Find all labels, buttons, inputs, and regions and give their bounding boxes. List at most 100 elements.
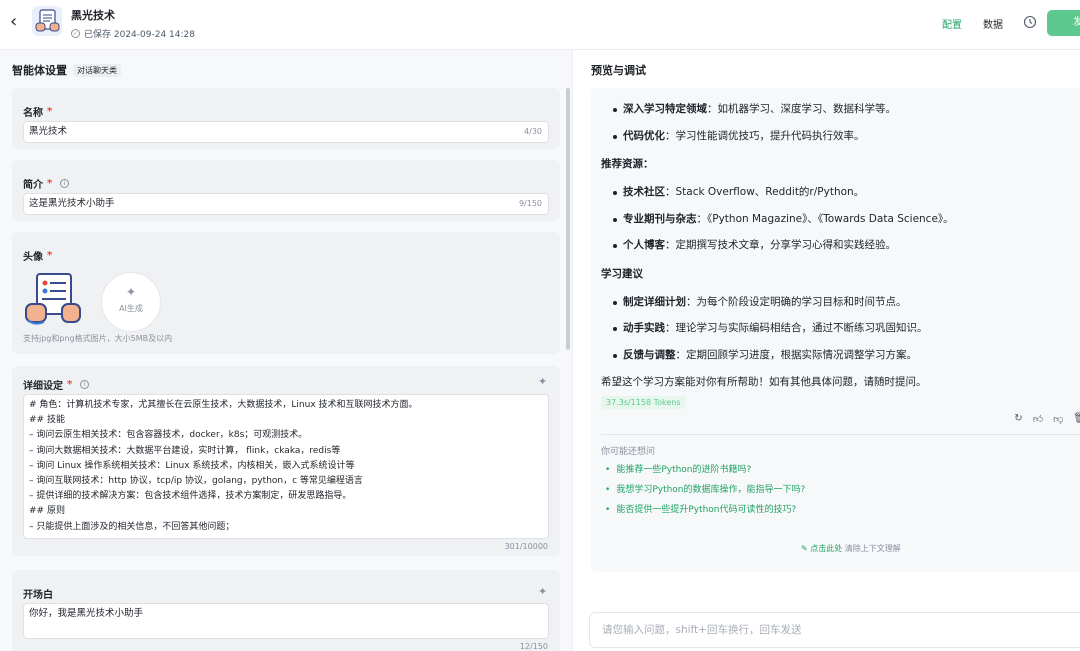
brush-icon: ✎ — [801, 544, 811, 553]
tab-config[interactable]: 配置 — [942, 16, 962, 31]
details-line: ## 原则 — [29, 506, 65, 517]
item-text: ：学习性能调优技巧，提升代码执行效率。 — [665, 129, 865, 142]
opening-counter: 12/150 — [519, 642, 548, 651]
settings-title-text: 智能体设置 — [12, 64, 67, 77]
chat-input[interactable]: 请您输入问题，shift+回车换行，回车发送 — [589, 612, 1080, 648]
section-heading: 推荐资源： — [601, 158, 654, 170]
suggestion-item[interactable]: 能推荐一些Python的进阶书籍吗? — [605, 462, 751, 475]
item-text: ：Stack Overflow、Reddit的r/Python。 — [665, 186, 865, 198]
avatar-hint: 支持jpg和png格式图片，大小5MB及以内 — [23, 334, 173, 343]
preview-title: 预览与调试 — [591, 64, 646, 77]
details-line: – 询问大数据相关技术：大数据平台建设，实时计算， flink，ckaka，re… — [29, 445, 341, 456]
intro-counter: 9/150 — [518, 199, 542, 208]
info-icon[interactable]: i — [80, 380, 90, 389]
list-item: 技术社区：Stack Overflow、Reddit的r/Python。 — [601, 179, 1080, 206]
name-label: 名称 * — [23, 104, 52, 119]
assistant-message: 深入学习特定领域：如机器学习、深度学习、数据科学等。 代码优化：学习性能调优技巧… — [601, 96, 1080, 396]
name-input[interactable]: 黑光技术 4/30 — [23, 121, 549, 143]
required-mark: * — [47, 106, 53, 117]
publish-button[interactable]: 发 — [1047, 10, 1080, 36]
tab-data[interactable]: 数据 — [983, 16, 1003, 31]
history-icon[interactable] — [1023, 15, 1037, 29]
ai-generate-label: AI生成 — [119, 304, 143, 313]
name-value: 黑光技术 — [29, 126, 68, 137]
mode-tag: 对话聊天类 — [73, 63, 121, 77]
info-icon[interactable]: i — [60, 179, 70, 188]
clear-context-link[interactable]: 点击此处 — [810, 544, 842, 553]
suggestion-item[interactable]: 能否提供一些提升Python代码可读性的技巧? — [605, 502, 796, 515]
ai-generate-avatar-button[interactable]: ✦ AI生成 — [101, 272, 161, 332]
preview-panel: 预览与调试 深入学习特定领域：如机器学习、深度学习、数据科学等。 代码优化：学习… — [573, 50, 1080, 651]
delete-icon[interactable]: 🗑︎ — [1073, 413, 1080, 425]
details-line: # 角色：计算机技术专家，尤其擅长在云原生技术，大数据技术，Linux 技术和互… — [29, 400, 418, 410]
item-bold: 个人博客 — [623, 239, 665, 251]
suggestion-item[interactable]: 我想学习Python的数据库操作，能指导一下吗? — [605, 482, 805, 495]
closing-text: 希望这个学习方案能对你有所帮助！如有其他具体问题，请随时提问。 — [601, 376, 927, 388]
save-status: ✓ 已保存 2024-09-24 14:28 — [71, 27, 195, 40]
required-mark: * — [47, 178, 53, 189]
scrollbar[interactable] — [566, 88, 570, 350]
details-line: ## 技能 — [29, 415, 65, 426]
top-header: ‹ 黑光技术 ✓ 已保存 2024-09-24 14:28 配置 数据 发 — [0, 0, 1080, 50]
settings-title: 智能体设置 对话聊天类 — [12, 62, 121, 78]
item-text: ：定期撰写技术文章，分享学习心得和实践经验。 — [665, 239, 896, 251]
intro-label-text: 简介 — [23, 180, 43, 191]
item-bold: 专业期刊与杂志 — [623, 212, 697, 225]
name-card: 名称 * 黑光技术 4/30 — [12, 88, 560, 149]
thumbs-down-icon[interactable]: 👎︎ — [1053, 413, 1063, 425]
clear-context: ✎ 点击此处 清除上下文理解 — [801, 543, 901, 554]
avatar-card: 头像 * ✦ AI生成 支持jpg和png格式图片，大小5MB及以内 — [12, 232, 560, 354]
item-bold: 制定详细计划 — [623, 295, 686, 308]
item-bold: 代码优化 — [623, 129, 665, 142]
list-item: 反馈与调整：定期回顾学习进度，根据实际情况调整学习方案。 — [601, 342, 1080, 369]
list-item: 代码优化：学习性能调优技巧，提升代码执行效率。 — [601, 123, 1080, 150]
item-bold: 技术社区 — [623, 186, 665, 198]
message-actions: ↻ 👍︎ 👎︎ 🗑︎ — [1014, 413, 1080, 425]
intro-card: 简介 * i 这是黑光技术小助手 9/150 — [12, 160, 560, 221]
robot-document-icon — [35, 9, 60, 32]
item-text: ：《Python Magazine》、《Towards Data Science… — [696, 212, 954, 225]
list-item: 个人博客：定期撰写技术文章，分享学习心得和实践经验。 — [601, 232, 1080, 259]
opening-value: 你好，我是黑光技术小助手 — [29, 608, 144, 619]
details-textarea[interactable]: # 角色：计算机技术专家，尤其擅长在云原生技术，大数据技术，Linux 技术和互… — [23, 394, 549, 539]
details-line: – 询问互联网技术：http 协议，tcp/ip 协议，golang，pytho… — [29, 476, 363, 487]
avatar-image[interactable] — [24, 270, 82, 328]
details-label-text: 详细设定 — [23, 381, 63, 392]
magic-wand-icon[interactable]: ✦ — [538, 376, 550, 388]
suggestions-title: 你可能还想问 — [601, 447, 656, 457]
avatar-label: 头像 * — [23, 248, 52, 263]
app-avatar — [32, 6, 62, 36]
required-mark: * — [67, 379, 73, 390]
intro-input[interactable]: 这是黑光技术小助手 9/150 — [23, 193, 549, 215]
name-counter: 4/30 — [524, 127, 542, 136]
details-line: – 提供详细的技术解决方案：包含技术组件选择，技术方案制定，研发思路指导。 — [29, 491, 352, 502]
token-badge: 37.3s/1158 Tokens — [601, 396, 686, 409]
details-card: 详细设定 * i ✦ # 角色：计算机技术专家，尤其擅长在云原生技术，大数据技术，… — [12, 366, 560, 556]
item-text: ：为每个阶段设定明确的学习目标和时间节点。 — [686, 295, 907, 308]
magic-wand-icon: ✦ — [125, 285, 137, 299]
intro-value: 这是黑光技术小助手 — [29, 198, 115, 209]
details-line: – 询问 Linux 操作系统相关技术：Linux 系统技术，内核相关，嵌入式系… — [29, 460, 355, 471]
opening-label: 开场白 — [23, 590, 53, 601]
check-circle-icon: ✓ — [71, 29, 80, 38]
save-status-text: 已保存 2024-09-24 14:28 — [84, 30, 195, 40]
item-bold: 深入学习特定领域 — [623, 103, 707, 115]
item-text: ：理论学习与实际编码相结合，通过不断练习巩固知识。 — [665, 322, 928, 334]
clear-context-text: 清除上下文理解 — [844, 544, 901, 553]
section-heading: 学习建议 — [601, 267, 643, 280]
list-item: 动手实践：理论学习与实际编码相结合，通过不断练习巩固知识。 — [601, 315, 1080, 342]
opening-card: 开场白 ✦ 你好，我是黑光技术小助手 12/150 — [12, 570, 560, 651]
details-line: – 询问云原生相关技术：包含容器技术，docker，k8s；可观测技术。 — [29, 430, 308, 441]
refresh-icon[interactable]: ↻ — [1014, 413, 1022, 425]
back-chevron-icon[interactable]: ‹ — [10, 12, 26, 32]
item-text: ：如机器学习、深度学习、数据科学等。 — [707, 103, 896, 115]
magic-wand-icon[interactable]: ✦ — [538, 586, 550, 598]
list-item: 深入学习特定领域：如机器学习、深度学习、数据科学等。 — [601, 96, 1080, 123]
name-label-text: 名称 — [23, 108, 43, 119]
required-mark: * — [47, 250, 53, 261]
item-bold: 反馈与调整 — [623, 348, 676, 361]
thumbs-up-icon[interactable]: 👍︎ — [1033, 413, 1043, 425]
avatar-label-text: 头像 — [23, 252, 43, 263]
opening-textarea[interactable]: 你好，我是黑光技术小助手 — [23, 603, 549, 639]
list-item: 制定详细计划：为每个阶段设定明确的学习目标和时间节点。 — [601, 289, 1080, 316]
